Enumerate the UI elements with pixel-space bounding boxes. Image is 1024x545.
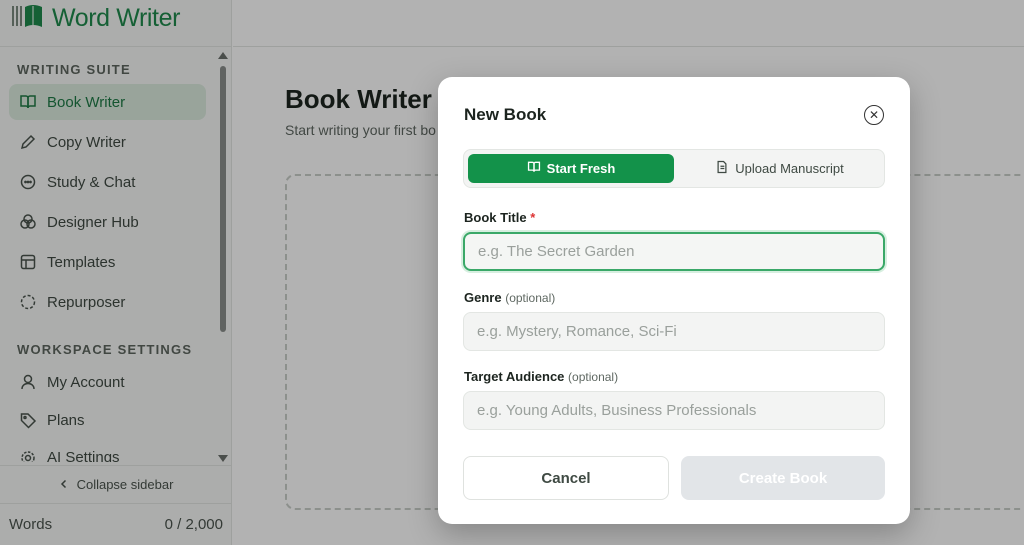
audience-optional-hint: (optional)	[568, 370, 619, 384]
audience-label: Target Audience (optional)	[464, 369, 618, 384]
close-button[interactable]: ✕	[864, 105, 884, 125]
genre-label-text: Genre	[464, 290, 502, 305]
book-title-label-text: Book Title	[464, 210, 527, 225]
tab-start-fresh[interactable]: Start Fresh	[468, 154, 674, 183]
close-icon: ✕	[868, 108, 880, 122]
genre-placeholder: e.g. Mystery, Romance, Sci-Fi	[477, 323, 677, 340]
tab-upload-manuscript[interactable]: Upload Manuscript	[678, 154, 881, 183]
required-mark: *	[530, 210, 536, 225]
book-title-label: Book Title *	[464, 210, 535, 225]
book-title-input[interactable]: e.g. The Secret Garden	[463, 232, 885, 271]
tab-label: Start Fresh	[546, 161, 616, 176]
tab-label: Upload Manuscript	[735, 161, 844, 176]
document-icon	[715, 160, 729, 177]
mode-toggle: Start Fresh Upload Manuscript	[463, 149, 885, 188]
genre-input[interactable]: e.g. Mystery, Romance, Sci-Fi	[463, 312, 885, 351]
audience-placeholder: e.g. Young Adults, Business Professional…	[477, 402, 757, 419]
new-book-modal: New Book ✕ Start Fresh Upload Manuscript…	[438, 77, 910, 524]
genre-optional-hint: (optional)	[505, 291, 556, 305]
target-audience-input[interactable]: e.g. Young Adults, Business Professional…	[463, 391, 885, 430]
book-title-placeholder: e.g. The Secret Garden	[478, 243, 635, 260]
genre-label: Genre (optional)	[464, 290, 555, 305]
modal-title: New Book	[464, 105, 547, 124]
create-book-button[interactable]: Create Book	[681, 456, 885, 500]
book-open-icon	[527, 160, 541, 177]
audience-label-text: Target Audience	[464, 369, 565, 384]
cancel-button[interactable]: Cancel	[463, 456, 669, 500]
